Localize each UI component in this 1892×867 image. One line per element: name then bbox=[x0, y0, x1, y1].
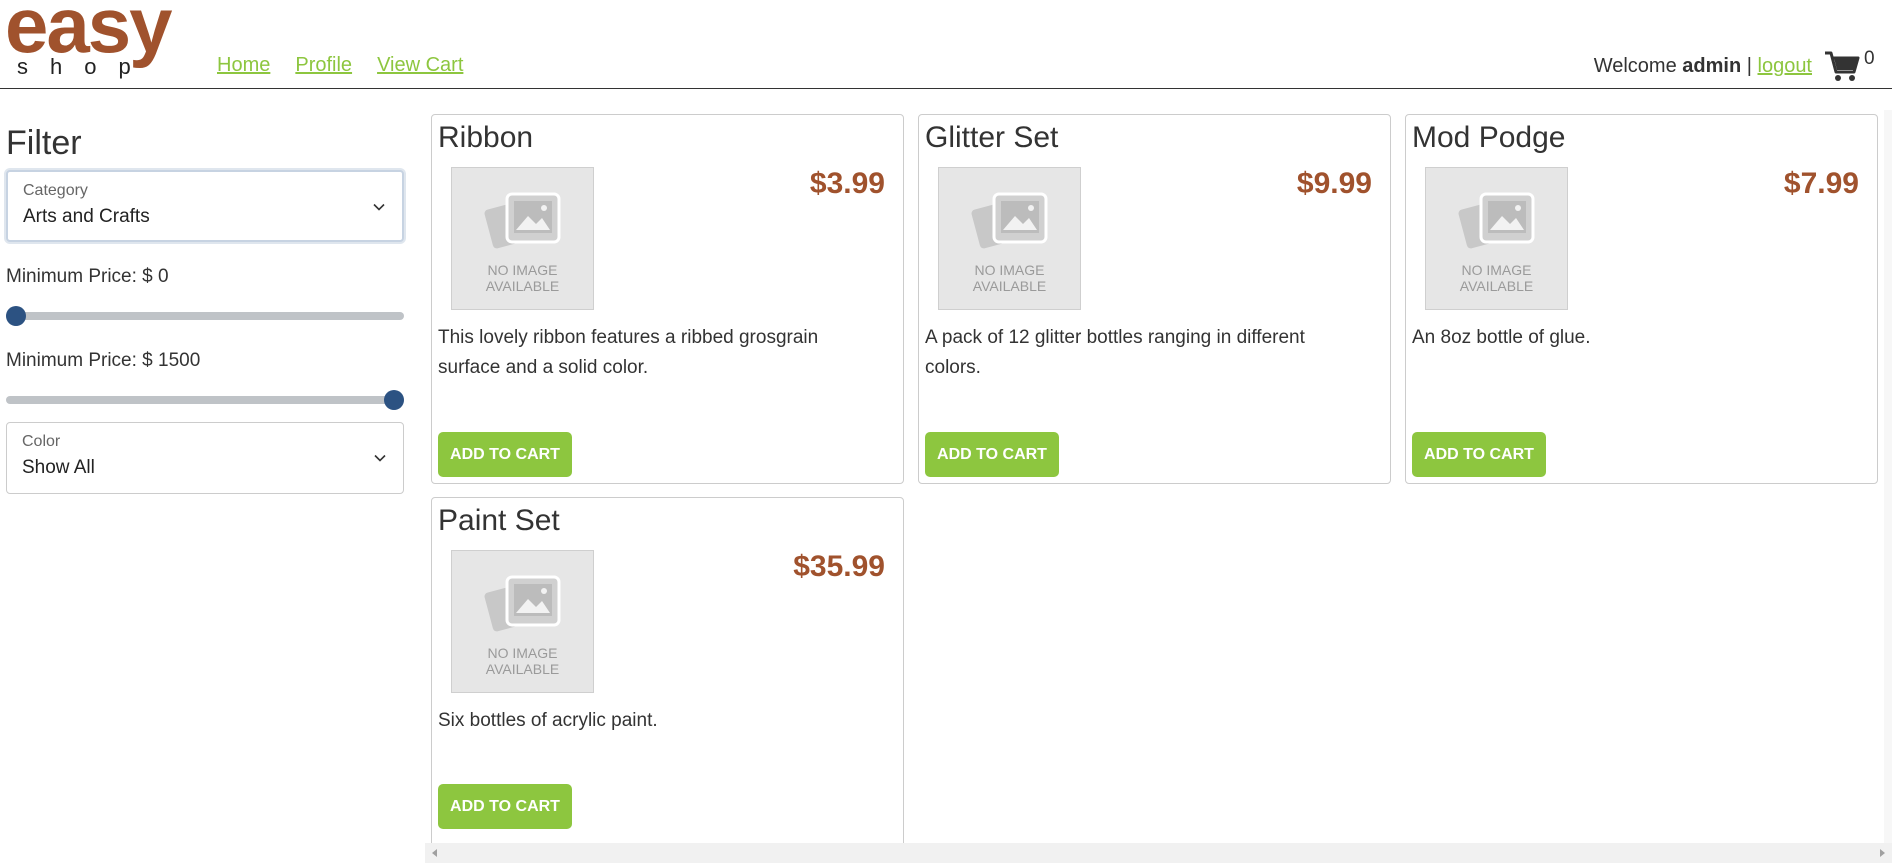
logout-link[interactable]: logout bbox=[1758, 55, 1813, 77]
product-description: A pack of 12 glitter bottles ranging in … bbox=[925, 327, 1305, 378]
no-image-graphic bbox=[971, 192, 1048, 249]
no-image-graphic bbox=[484, 575, 561, 632]
welcome-area: Welcome admin | logout bbox=[1594, 55, 1812, 78]
product-card: Ribbon NO IMAGE AVAILABLE $3.99 This lov… bbox=[431, 114, 904, 484]
logo-text-shop: shop bbox=[17, 54, 153, 79]
easy-shop-logo[interactable]: easy shop bbox=[5, 0, 195, 84]
product-price: $7.99 bbox=[1783, 167, 1859, 200]
image-placeholder-icon: NO IMAGE AVAILABLE bbox=[938, 167, 1081, 310]
product-price: $3.99 bbox=[809, 167, 885, 200]
product-description: An 8oz bottle of glue. bbox=[1412, 327, 1591, 348]
color-label: Color bbox=[22, 433, 61, 450]
no-image-text-1: NO IMAGE bbox=[1461, 262, 1532, 278]
no-image-text-2: AVAILABLE bbox=[1459, 278, 1534, 294]
vertical-scrollbar[interactable] bbox=[1884, 110, 1892, 843]
chevron-down-icon bbox=[374, 454, 386, 462]
no-image-text-2: AVAILABLE bbox=[485, 278, 560, 294]
horizontal-scrollbar[interactable] bbox=[425, 843, 1892, 863]
add-to-cart-button[interactable]: ADD TO CART bbox=[438, 432, 572, 477]
image-placeholder-icon: NO IMAGE AVAILABLE bbox=[451, 550, 594, 693]
product-description: This lovely ribbon features a ribbed gro… bbox=[438, 327, 819, 378]
min-price-slider[interactable] bbox=[6, 304, 404, 326]
no-image-text-2: AVAILABLE bbox=[485, 661, 560, 677]
cart-count: 0 bbox=[1864, 48, 1875, 69]
max-price-label: Minimum Price: $ 1500 bbox=[6, 350, 201, 371]
no-image-text-2: AVAILABLE bbox=[972, 278, 1047, 294]
slider-track bbox=[6, 396, 404, 404]
product-price: $9.99 bbox=[1296, 167, 1372, 200]
main-nav: Home Profile View Cart bbox=[217, 54, 463, 77]
product-card: Paint Set NO IMAGE AVAILABLE $35.99 Six … bbox=[431, 497, 904, 850]
product-description: Six bottles of acrylic paint. bbox=[438, 710, 658, 731]
min-price-label: Minimum Price: $ 0 bbox=[6, 266, 169, 287]
slider-thumb[interactable] bbox=[384, 390, 404, 410]
product-card: Glitter Set NO IMAGE AVAILABLE $9.99 A p… bbox=[918, 114, 1391, 484]
username: admin bbox=[1682, 55, 1742, 77]
image-placeholder-icon: NO IMAGE AVAILABLE bbox=[1425, 167, 1568, 310]
color-value: Show All bbox=[22, 457, 95, 478]
scroll-right-icon[interactable] bbox=[1878, 848, 1886, 858]
image-placeholder-icon: NO IMAGE AVAILABLE bbox=[451, 167, 594, 310]
nav-view-cart-link[interactable]: View Cart bbox=[377, 54, 463, 77]
product-name: Mod Podge bbox=[1412, 121, 1566, 154]
chevron-down-icon bbox=[373, 203, 385, 211]
filter-sidebar: Filter Category Arts and Crafts Minimum … bbox=[6, 110, 406, 494]
product-name: Paint Set bbox=[438, 504, 560, 537]
slider-thumb[interactable] bbox=[6, 306, 26, 326]
category-value: Arts and Crafts bbox=[23, 206, 150, 227]
product-card: Mod Podge NO IMAGE AVAILABLE $7.99 An 8o… bbox=[1405, 114, 1878, 484]
welcome-text: Welcome bbox=[1593, 55, 1677, 77]
site-header: easy shop Home Profile View Cart Welcome… bbox=[0, 0, 1892, 89]
filter-title: Filter bbox=[6, 124, 82, 162]
color-select[interactable]: Color Show All bbox=[6, 422, 404, 494]
add-to-cart-button[interactable]: ADD TO CART bbox=[925, 432, 1059, 477]
no-image-graphic bbox=[1458, 192, 1535, 249]
product-price: $35.99 bbox=[793, 550, 885, 583]
no-image-graphic bbox=[484, 192, 561, 249]
add-to-cart-button[interactable]: ADD TO CART bbox=[438, 784, 572, 829]
product-name: Glitter Set bbox=[925, 121, 1059, 154]
nav-profile-link[interactable]: Profile bbox=[295, 54, 352, 77]
no-image-text-1: NO IMAGE bbox=[487, 645, 558, 661]
add-to-cart-button[interactable]: ADD TO CART bbox=[1412, 432, 1546, 477]
category-select[interactable]: Category Arts and Crafts bbox=[6, 170, 404, 242]
category-label: Category bbox=[23, 182, 88, 199]
shopping-cart-icon[interactable] bbox=[1824, 48, 1860, 84]
no-image-text-1: NO IMAGE bbox=[487, 262, 558, 278]
no-image-text-1: NO IMAGE bbox=[974, 262, 1045, 278]
max-price-slider[interactable] bbox=[6, 388, 404, 410]
product-name: Ribbon bbox=[438, 121, 534, 154]
slider-track bbox=[6, 312, 404, 320]
scroll-left-icon[interactable] bbox=[431, 848, 439, 858]
separator: | bbox=[1746, 55, 1752, 77]
nav-home-link[interactable]: Home bbox=[217, 54, 270, 77]
